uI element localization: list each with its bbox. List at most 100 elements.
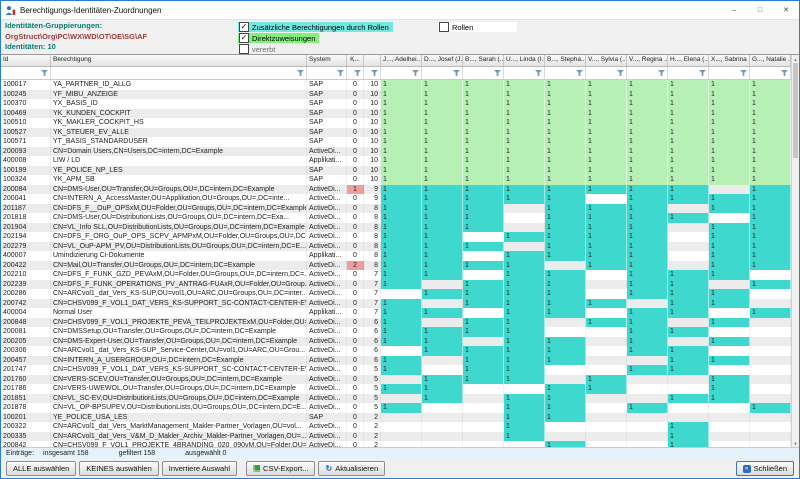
column-header-person[interactable]: U..., Linda (I...: [504, 55, 545, 66]
column-header[interactable]: [364, 55, 381, 66]
filter-icon[interactable]: [781, 70, 788, 76]
filter-icon[interactable]: [297, 70, 304, 76]
filter-icon[interactable]: [576, 70, 583, 76]
filter-cell[interactable]: [1, 67, 51, 79]
table-row[interactable]: 100469 YK_KUNDEN_COCKPIT SAP 0 10 1 1 1 1 1 1 1 1 1 1: [1, 108, 791, 118]
table-row[interactable]: 100245 YF_MIBU_ANZEIGE SAP 0 10 1 1 1 1 1 1 1 1 1 1: [1, 89, 791, 99]
checkbox-direct-assignments[interactable]: Direktzuweisungen: [238, 33, 320, 43]
table-row[interactable]: 202279 CN=VL_OuP-APM_PV,OU=DistributionLi…: [1, 241, 791, 251]
filter-icon[interactable]: [494, 70, 501, 76]
vertical-scrollbar[interactable]: ▲ ▼: [791, 55, 799, 447]
table-row[interactable]: 100510 YK_MAKLER_COCKPIT_HS SAP 0 10 1 1 1 1 1 1 1 1…: [1, 118, 791, 128]
table-row[interactable]: 400004 Normal User Applikati... 0 7 1 1 1 1 1 1 1: [1, 308, 791, 318]
table-row[interactable]: 200093 CN=Domain Users,CN=Users,DC=intern…: [1, 146, 791, 156]
column-header[interactable]: K...: [347, 55, 364, 66]
scroll-down-icon[interactable]: ▼: [792, 439, 799, 447]
table-row[interactable]: 200041 CN=INTERN_A_AccessMaster,OU=Applik…: [1, 194, 791, 204]
column-header-person[interactable]: D..., Josef (J...: [422, 55, 463, 66]
table-row[interactable]: 200081 CN=DMSSetup,OU=Transfer,OU=Groups,…: [1, 327, 791, 337]
maximize-icon[interactable]: □: [747, 1, 773, 19]
table-row[interactable]: 100571 YT_BASIS_STANDARDUSER SAP 0 10 1 1 1 1 1 1 1…: [1, 137, 791, 147]
filter-icon[interactable]: [535, 70, 542, 76]
column-header[interactable]: Berechtigung: [51, 55, 307, 66]
checkbox-icon[interactable]: [239, 44, 249, 54]
table-row[interactable]: 200457 CN=INTERN_A_USERGROUP,OU=,DC=inter…: [1, 355, 791, 365]
filter-icon[interactable]: [337, 70, 344, 76]
filter-icon[interactable]: [453, 70, 460, 76]
table-row[interactable]: 400007 Umindizierung Ci-Dokumente Applikat…: [1, 251, 791, 261]
table-row[interactable]: 200286 CN=ARCvol1_dat_Vers_KS-SUP,OU=vol1…: [1, 289, 791, 299]
filter-icon[interactable]: [371, 70, 378, 76]
table-row[interactable]: 100017 YA_PARTNER_ID_ALLG SAP 0 10 1 1 1 1 1 1 1 1 1 1: [1, 80, 791, 90]
filter-cell[interactable]: [463, 67, 504, 79]
column-header-person[interactable]: V..., Sylvia (...: [586, 55, 627, 66]
table-row[interactable]: 201904 CN=VL_Info SLL,OU=DistributionList…: [1, 222, 791, 232]
checkbox-rollen[interactable]: Rollen: [438, 22, 517, 32]
filter-cell[interactable]: [422, 67, 463, 79]
table-row[interactable]: 200322 CN=ARCvol1_dat_Vers_MarktManagemen…: [1, 422, 791, 432]
filter-cell[interactable]: [709, 67, 750, 79]
table-row[interactable]: 200084 CN=DMS-User,OU=Transfer,OU=Groups,…: [1, 184, 791, 194]
column-header-person[interactable]: V..., Regina ...: [627, 55, 668, 66]
checkbox-additional-role-permissions[interactable]: Zusätzliche Berechtigungen durch Rollen: [238, 22, 393, 32]
filter-cell[interactable]: [586, 67, 627, 79]
column-header-person[interactable]: J..., Adelhei...: [381, 55, 422, 66]
checkbox-inherited[interactable]: vererbt: [238, 44, 279, 54]
filter-icon[interactable]: [740, 70, 747, 76]
column-header[interactable]: Id: [1, 55, 51, 66]
column-header-person[interactable]: H..., Elena (...: [668, 55, 709, 66]
select-none-button[interactable]: KEINES auswählen: [79, 461, 159, 476]
close-icon[interactable]: ✕: [773, 1, 799, 19]
invert-selection-button[interactable]: Invertiere Auswahl: [161, 461, 238, 476]
table-row[interactable]: 100324 YK_APM_SB SAP 0 10 1 1 1 1 1 1 1 1 1 1: [1, 175, 791, 185]
table-row[interactable]: 200205 CN=DMS-Expert-User,OU=Transfer,OU=…: [1, 336, 791, 346]
checkbox-icon[interactable]: [239, 22, 249, 32]
column-header-person[interactable]: B..., Sarah (...: [463, 55, 504, 66]
csv-export-button[interactable]: CSV-Export...: [246, 461, 316, 476]
table-row[interactable]: 202239 CN=DFS_F_FUNK_OPERATIONS_PV_ANTRAG…: [1, 279, 791, 289]
filter-icon[interactable]: [41, 70, 48, 76]
table-row[interactable]: 100199 YE_POLICE_NP_LES SAP 0 10 1 1 1 1 1 1 1 1 1 1: [1, 165, 791, 175]
filter-cell[interactable]: [545, 67, 586, 79]
column-header-person[interactable]: B..., Stepha...: [545, 55, 586, 66]
checkbox-icon[interactable]: [239, 33, 249, 43]
filter-cell[interactable]: [307, 67, 347, 79]
scroll-up-icon[interactable]: ▲: [792, 55, 799, 63]
filter-icon[interactable]: [412, 70, 419, 76]
filter-cell[interactable]: [347, 67, 364, 79]
table-row[interactable]: 201747 CN=CHSV099_F_VOL1_DAT_VERS_KS-SUPP…: [1, 365, 791, 375]
column-header-person[interactable]: X..., Sabrina ...: [709, 55, 750, 66]
table-row[interactable]: 202194 CN=DFS_F_ORG_OuP_OPS_SCPV_APMPxM,O…: [1, 232, 791, 242]
table-row[interactable]: 200742 CN=CHSV099_F_VOL1_DAT_VERS_KS-SUPP…: [1, 298, 791, 308]
minimize-icon[interactable]: –: [721, 1, 747, 19]
table-row[interactable]: 200848 CN=CHSV099_F_VOL1_PROJEKTE_PEVA_TE…: [1, 317, 791, 327]
table-row[interactable]: 100370 YX_BASIS_ID SAP 0 10 1 1 1 1 1 1 1 1 1 1: [1, 99, 791, 109]
table-row[interactable]: 201760 CN=VERS-SCEV,OU=Transfer,OU=Groups…: [1, 374, 791, 384]
table-row[interactable]: 201851 CN=VL_SC-EV,OU=DistributionLists,O…: [1, 393, 791, 403]
close-button[interactable]: ✕ Schließen: [735, 461, 794, 476]
table-row[interactable]: 200306 CN=ARCvol1_dat_Vers_KS-SUP_Service…: [1, 346, 791, 356]
table-row[interactable]: 100201 YE_POLICE_USA_LES SAP 0 2 1 1: [1, 412, 791, 422]
filter-icon[interactable]: [699, 70, 706, 76]
table-row[interactable]: 201786 CN=VERS-UWEWOL,OU=Transfer,OU=Grou…: [1, 384, 791, 394]
table-row[interactable]: 201878 CN=VL_OP-BPSUPEV,OU=DistributionLi…: [1, 403, 791, 413]
filter-cell[interactable]: [627, 67, 668, 79]
scrollbar-track[interactable]: [792, 158, 799, 439]
filter-cell[interactable]: [51, 67, 307, 79]
title-bar[interactable]: Berechtigungs-Identitäten-Zuordnungen – …: [1, 1, 799, 20]
refresh-button[interactable]: ↻ Aktualisieren: [318, 461, 386, 476]
filter-cell[interactable]: [750, 67, 791, 79]
select-all-button[interactable]: ALLE auswählen: [6, 461, 77, 476]
column-header-person[interactable]: G..., Natalie ...: [750, 55, 791, 66]
column-header[interactable]: System: [307, 55, 347, 66]
filter-cell[interactable]: [381, 67, 422, 79]
table-row[interactable]: 200335 CN=ARCvol1_dat_Vers_V&M_D_Makler_A…: [1, 431, 791, 441]
table-row[interactable]: 200422 CN=Mail,OU=Transfer,OU=Groups,OU=,…: [1, 260, 791, 270]
checkbox-icon[interactable]: [439, 22, 449, 32]
filter-cell[interactable]: [504, 67, 545, 79]
scrollbar-thumb[interactable]: [793, 63, 798, 158]
table-row[interactable]: 201818 CN=DMS-User,OU=DistributionLists,O…: [1, 213, 791, 223]
filter-icon[interactable]: [658, 70, 665, 76]
filter-cell[interactable]: [668, 67, 709, 79]
table-row[interactable]: 202210 CN=DFS_F_FUNK_GZD_PEVAxM,OU=Folder…: [1, 270, 791, 280]
